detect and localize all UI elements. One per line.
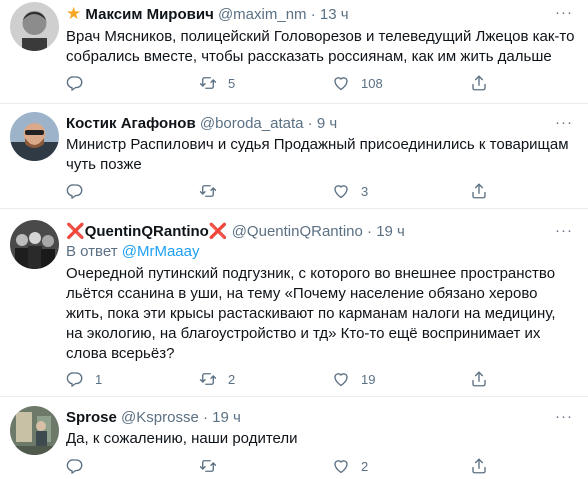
more-icon[interactable]: ··· [554,222,574,239]
retweet-button[interactable] [199,456,228,476]
timestamp[interactable]: 13 ч [320,6,349,23]
avatar[interactable] [10,112,59,161]
more-icon[interactable]: ··· [554,4,574,21]
like-count: 108 [361,75,383,91]
author-handle[interactable]: @QuentinQRantino [232,223,363,240]
retweet-count: 2 [228,371,236,387]
retweet-icon [199,182,217,200]
like-button[interactable]: 19 [332,369,375,389]
star-icon: ★ [66,4,82,23]
like-button[interactable]: 3 [332,181,368,201]
author-handle[interactable]: @maxim_nm [218,6,307,23]
author-name[interactable]: Sprose [66,409,117,426]
reply-prefix: В ответ [66,243,118,260]
share-icon [470,182,488,200]
reply-icon [66,457,84,475]
retweet-icon [199,457,217,475]
reply-icon [66,370,84,388]
author-handle[interactable]: @boroda_atata [200,115,304,132]
like-count: 3 [361,183,369,199]
avatar[interactable] [10,220,59,269]
red-x-icon: ❌ [66,223,85,240]
tweet-actions: 5 108 [66,73,566,93]
tweet-text: Врач Мясников, полицейский Головорезов и… [66,28,575,65]
tweet-card[interactable]: ❌QuentinQRantino❌ @QuentinQRantino · 19 … [0,209,588,399]
reply-icon [66,74,84,92]
reply-button[interactable] [66,73,95,93]
like-button[interactable]: 108 [332,73,383,93]
tweet-header: ❌QuentinQRantino❌ @QuentinQRantino · 19 … [66,222,405,242]
like-count: 2 [361,458,369,474]
share-button[interactable] [470,181,488,201]
retweet-button[interactable]: 5 [199,73,235,93]
timestamp[interactable]: 19 ч [212,409,241,426]
reply-icon [66,182,84,200]
reply-context: В ответ @MrMaaay [66,242,200,262]
timestamp[interactable]: 9 ч [317,115,337,132]
tweet-header: ★ Максим Мирович @maxim_nm · 13 ч [66,4,349,25]
tweet-text: Министр Распилович и судья Продажный при… [66,136,569,173]
more-icon[interactable]: ··· [554,114,574,131]
reply-button[interactable]: 1 [66,369,102,389]
tweet-actions: 1 2 19 [66,369,566,389]
tweet-text: Очередной путинский подгузник, с которог… [66,265,556,362]
share-button[interactable] [470,73,488,93]
retweet-button[interactable]: 2 [199,369,235,389]
reply-to-link[interactable]: @MrMaaay [122,243,200,260]
share-button[interactable] [470,369,488,389]
reply-button[interactable] [66,181,95,201]
author-name[interactable]: QuentinQRantino [85,223,209,240]
like-icon [332,370,350,388]
avatar[interactable] [10,2,59,51]
tweet-card[interactable]: ★ Максим Мирович @maxim_nm · 13 ч ··· Вр… [0,0,588,108]
separator-dot: · [310,6,316,23]
separator-dot: · [307,115,313,132]
more-icon[interactable]: ··· [554,408,574,425]
like-count: 19 [361,371,376,387]
like-icon [332,182,350,200]
retweet-icon [199,74,217,92]
tweet-card[interactable]: Костик Агафонов @boroda_atata · 9 ч ··· … [0,104,588,204]
tweet-header: Sprose @Ksprosse · 19 ч [66,408,241,428]
retweet-count: 5 [228,75,236,91]
like-icon [332,457,350,475]
author-handle[interactable]: @Ksprosse [121,409,199,426]
avatar[interactable] [10,406,59,455]
tweet-actions: 2 [66,456,566,476]
like-button[interactable]: 2 [332,456,368,476]
share-icon [470,74,488,92]
retweet-icon [199,370,217,388]
separator-dot: · [367,223,373,240]
tweet-text: Да, к сожалению, наши родители [66,430,298,447]
share-icon [470,457,488,475]
separator-dot: · [202,409,208,426]
reply-button[interactable] [66,456,95,476]
timestamp[interactable]: 19 ч [376,223,405,240]
tweet-card[interactable]: Sprose @Ksprosse · 19 ч ··· Да, к сожале… [0,397,588,479]
author-name[interactable]: Костик Агафонов [66,115,196,132]
share-button[interactable] [470,456,488,476]
red-x-icon: ❌ [208,223,228,240]
tweet-header: Костик Агафонов @boroda_atata · 9 ч [66,114,337,134]
like-icon [332,74,350,92]
retweet-button[interactable] [199,181,228,201]
tweet-actions: 3 [66,181,566,201]
author-name[interactable]: Максим Мирович [85,6,213,23]
reply-count: 1 [95,371,103,387]
share-icon [470,370,488,388]
